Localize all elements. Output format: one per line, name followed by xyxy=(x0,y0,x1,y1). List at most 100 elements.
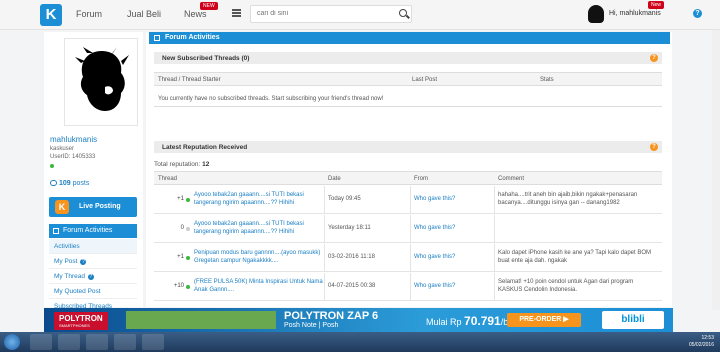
col-date: Date xyxy=(328,176,341,182)
system-clock[interactable]: 12:53 05/02/2016 xyxy=(689,335,714,349)
total-reputation-label: Total reputation: xyxy=(154,161,201,168)
kaskus-k-icon: K xyxy=(55,200,69,214)
col-last-post: Last Post xyxy=(412,77,438,83)
subscribed-empty-row: You currently have no subscribed threads… xyxy=(154,92,662,107)
taskbar-app-icon[interactable] xyxy=(30,334,52,350)
rep-comment: Kalo dapet iPhone kasih ke ane ya? Tapi … xyxy=(498,250,651,264)
forum-activities-menu: Activities My Post ? My Thread ? My Quot… xyxy=(49,239,137,314)
nav-news[interactable]: News xyxy=(184,9,207,19)
ad-banner[interactable]: POLYTRON SMARTPHONES POLYTRON ZAP 6 Posh… xyxy=(44,308,673,332)
rep-status-dot xyxy=(186,227,190,231)
live-posting-label: Live Posting xyxy=(79,203,121,210)
menu-item-my-quoted-post[interactable]: My Quoted Post xyxy=(49,284,137,299)
menu-item-activities[interactable]: Activities xyxy=(49,239,137,254)
rep-status-dot xyxy=(186,285,190,289)
profile-role: kaskuser xyxy=(50,146,75,152)
ad-partner-logo: blibli xyxy=(602,311,664,329)
rep-from-link[interactable]: Who gave this? xyxy=(414,283,455,289)
total-reputation: Total reputation: 12 xyxy=(154,161,209,168)
user-new-badge: New xyxy=(648,1,665,9)
total-reputation-value: 12 xyxy=(202,161,210,168)
reputation-help-icon[interactable]: ? xyxy=(650,143,658,151)
subscribed-empty-message: You currently have no subscribed threads… xyxy=(158,96,384,102)
profile-user-id: UserID: 1405333 xyxy=(50,154,96,160)
os-taskbar: 12:53 05/02/2016 xyxy=(0,332,720,352)
taskbar-app-icon[interactable] xyxy=(58,334,80,350)
rep-date: 03-02-2016 11:18 xyxy=(328,254,375,260)
col-thread: Thread xyxy=(158,176,178,182)
subscribed-threads-header: New Subscribed Threads (0) ? xyxy=(154,52,662,64)
user-greeting[interactable]: Hi, mahlukmanis xyxy=(609,10,661,17)
rep-thread-link[interactable]: (FREE PULSA 50K) Minta Inspirasi Untuk N… xyxy=(194,278,329,294)
rep-status-dot xyxy=(186,198,190,202)
rep-thread-link[interactable]: Ayooo tebak2an gaaann....si TUTI bekasi … xyxy=(194,220,329,236)
ad-preorder-button[interactable]: PRE-ORDER ▶ xyxy=(507,313,581,327)
rep-comment: hahaha....trit aneh bin ajaib,bikin ngak… xyxy=(498,192,638,206)
col-comment: Comment xyxy=(498,176,525,182)
news-new-badge: NEW xyxy=(200,2,218,10)
posts-count: 109 xyxy=(59,180,71,187)
rep-status-dot xyxy=(186,256,190,260)
rep-comment: Selamat! +10 poin cendol untuk Agan dari… xyxy=(498,279,634,293)
col-stats: Stats xyxy=(540,77,554,83)
top-navbar: K Forum Jual Beli News NEW New Hi, mahlu… xyxy=(0,0,720,30)
subscribed-threads-title: New Subscribed Threads (0) xyxy=(162,55,250,62)
ad-brand-logo: POLYTRON SMARTPHONES xyxy=(54,312,108,330)
taskbar-app-icon[interactable] xyxy=(86,334,108,350)
reputation-title: Latest Reputation Received xyxy=(162,144,248,151)
chat-bubble-icon xyxy=(50,180,57,186)
my-thread-help-icon: ? xyxy=(87,274,94,280)
taskbar-app-icon[interactable] xyxy=(114,334,136,350)
clock-date: 05/02/2016 xyxy=(688,342,714,348)
reputation-row: +1 Penipuan modus baru gannnn....(ayoo m… xyxy=(154,244,662,272)
rep-points: +10 xyxy=(173,283,184,289)
search-box xyxy=(250,5,412,23)
rep-thread-link[interactable]: Ayooo tebak2an gaaann....si TUTI bekasi … xyxy=(194,191,329,207)
page-scrollbar[interactable] xyxy=(712,30,720,310)
forum-activities-menu-header[interactable]: Forum Activities xyxy=(49,224,137,238)
help-icon[interactable]: ? xyxy=(693,9,702,18)
posts-label: posts xyxy=(72,180,90,187)
rep-from-link[interactable]: Who gave this? xyxy=(414,254,455,260)
activities-icon xyxy=(154,35,160,41)
col-from: From xyxy=(414,176,428,182)
profile-username[interactable]: mahlukmanis xyxy=(50,135,97,144)
taskbar-app-icon[interactable] xyxy=(142,334,164,350)
col-thread-starter: Thread / Thread Starter xyxy=(158,77,221,83)
rep-from-link[interactable]: Who gave this? xyxy=(414,196,455,202)
forum-activities-header: Forum Activities xyxy=(149,32,670,44)
nav-forum[interactable]: Forum xyxy=(76,9,102,19)
ad-subtitle: Posh Note | Posh xyxy=(284,322,339,329)
profile-avatar[interactable] xyxy=(75,47,129,117)
reputation-table-header: Thread Date From Comment xyxy=(154,171,662,185)
clock-time: 12:53 xyxy=(701,335,714,341)
menu-item-my-thread[interactable]: My Thread ? xyxy=(49,269,137,284)
kaskus-logo[interactable]: K xyxy=(40,4,62,26)
rep-points: +1 xyxy=(177,196,184,202)
subscribed-table-header: Thread / Thread Starter Last Post Stats xyxy=(154,72,662,86)
rep-thread-link[interactable]: Penipuan modus baru gannnn....(ayoo masu… xyxy=(194,249,329,265)
rep-points: 0 xyxy=(180,225,184,231)
user-avatar[interactable] xyxy=(588,5,604,23)
rep-points: +1 xyxy=(177,254,184,260)
menu-header-label: Forum Activities xyxy=(63,227,113,234)
my-post-help-icon: ? xyxy=(80,259,87,265)
rep-date: 04-07-2015 00:38 xyxy=(328,283,376,289)
hamburger-menu-icon[interactable] xyxy=(232,9,241,17)
rep-date: Yesterday 18:11 xyxy=(328,225,371,231)
live-posting-button[interactable]: K Live Posting xyxy=(49,197,137,217)
online-status-dot xyxy=(50,164,54,168)
rep-from-link[interactable]: Who gave this? xyxy=(414,225,455,231)
forum-activities-panel: Forum Activities New Subscribed Threads … xyxy=(146,32,672,307)
subscribed-help-icon[interactable]: ? xyxy=(650,54,658,62)
menu-item-my-post[interactable]: My Post ? xyxy=(49,254,137,269)
search-icon[interactable] xyxy=(399,9,407,17)
start-button-icon[interactable] xyxy=(4,334,20,350)
page-title: Forum Activities xyxy=(165,34,220,41)
activities-icon xyxy=(53,228,59,234)
profile-sidebar: mahlukmanis kaskuser UserID: 1405333 109… xyxy=(44,32,143,314)
ad-price: Mulai Rp 70.791/bln* xyxy=(426,314,519,328)
profile-posts[interactable]: 109 posts xyxy=(50,180,89,187)
nav-jual-beli[interactable]: Jual Beli xyxy=(127,9,161,19)
search-input[interactable] xyxy=(257,10,387,17)
